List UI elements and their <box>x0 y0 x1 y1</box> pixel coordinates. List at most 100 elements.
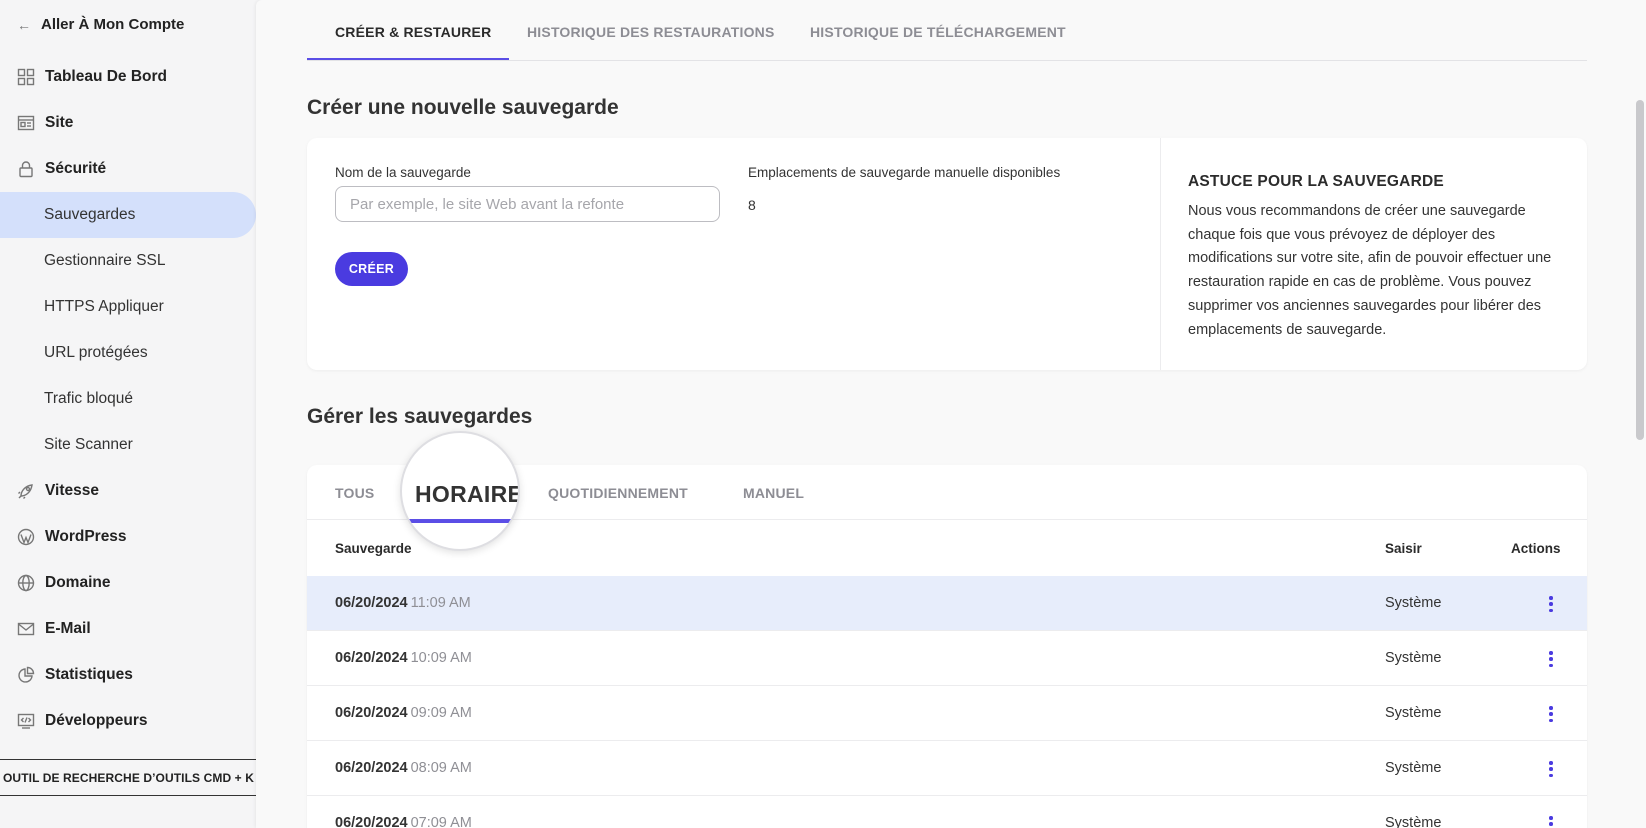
sidebar-item-security[interactable]: Sécurité <box>0 146 256 192</box>
row-date: 06/20/2024 08:09 AM <box>335 760 472 776</box>
row-date: 06/20/2024 07:09 AM <box>335 815 472 828</box>
row-type: Système <box>1385 815 1442 828</box>
row-time: 11:09 AM <box>410 595 471 611</box>
tab-hourly-label: HORAIRE <box>415 481 520 507</box>
lock-icon <box>17 160 35 178</box>
row-time: 10:09 AM <box>410 650 472 666</box>
column-header-type: Saisir <box>1385 541 1422 556</box>
more-actions-icon[interactable] <box>1547 814 1555 828</box>
sidebar-item-label: Site <box>45 114 74 131</box>
row-time: 08:09 AM <box>410 760 472 776</box>
arrow-left-icon: ← <box>17 16 31 33</box>
sidebar-item-label: URL protégées <box>44 344 148 361</box>
table-row[interactable]: 06/20/2024 08:09 AM Système <box>307 741 1587 796</box>
sidebar-item-label: Sécurité <box>45 160 107 177</box>
column-header-backup: Sauvegarde <box>335 541 412 556</box>
row-time: 07:09 AM <box>410 815 472 828</box>
sidebar-item-label: Développeurs <box>45 712 148 729</box>
sidebar-nav: Tableau De Bord Site Sécurité Sauvegarde… <box>0 54 256 744</box>
manage-backups-title: Gérer les sauvegardes <box>307 405 533 428</box>
row-date: 06/20/2024 09:09 AM <box>335 705 472 721</box>
main-content: CRÉER & RESTAURER HISTORIQUE DES RESTAUR… <box>256 0 1646 828</box>
scrollbar[interactable] <box>1636 100 1644 440</box>
tab-daily[interactable]: QUOTIDIENNEMENT <box>548 485 688 501</box>
tool-search-shortcut[interactable]: OUTIL DE RECHERCHE D’OUTILS CMD + K <box>0 759 256 796</box>
more-actions-icon[interactable] <box>1547 704 1555 724</box>
row-date-value: 06/20/2024 <box>335 650 408 666</box>
sidebar-item-label: Tableau De Bord <box>45 68 168 85</box>
row-type: Système <box>1385 705 1442 721</box>
tab-create-restore[interactable]: CRÉER & RESTAURER <box>335 24 491 40</box>
tab-hourly[interactable]: HORAIRE <box>400 431 520 551</box>
top-tabs: CRÉER & RESTAURER HISTORIQUE DES RESTAUR… <box>307 0 1587 61</box>
sidebar-item-developers[interactable]: Développeurs <box>0 698 256 744</box>
sidebar-item-label: Statistiques <box>45 666 133 683</box>
row-date-value: 06/20/2024 <box>335 760 408 776</box>
tab-restore-history[interactable]: HISTORIQUE DES RESTAURATIONS <box>527 24 775 40</box>
sidebar-item-protected-urls[interactable]: URL protégées <box>0 330 256 376</box>
mail-icon <box>17 620 35 638</box>
sidebar-item-speed[interactable]: Vitesse <box>0 468 256 514</box>
sidebar-item-blocked-traffic[interactable]: Trafic bloqué <box>0 376 256 422</box>
sidebar-item-force-https[interactable]: HTTPS Appliquer <box>0 284 256 330</box>
sidebar-item-label: Gestionnaire SSL <box>44 252 166 269</box>
sidebar-item-ssl-manager[interactable]: Gestionnaire SSL <box>0 238 256 284</box>
dashboard-icon <box>17 68 35 86</box>
more-actions-icon[interactable] <box>1547 594 1555 614</box>
row-date-value: 06/20/2024 <box>335 815 408 828</box>
sidebar-item-site[interactable]: Site <box>0 100 256 146</box>
more-actions-icon[interactable] <box>1547 759 1555 779</box>
create-backup-title: Créer une nouvelle sauvegarde <box>307 96 619 119</box>
sidebar-item-site-scanner[interactable]: Site Scanner <box>0 422 256 468</box>
create-backup-card: Nom de la sauvegarde Emplacements de sau… <box>307 138 1587 370</box>
globe-icon <box>17 574 35 592</box>
sidebar-item-email[interactable]: E-Mail <box>0 606 256 652</box>
row-date: 06/20/2024 11:09 AM <box>335 595 471 611</box>
create-backup-button[interactable]: CRÉER <box>335 252 408 286</box>
table-row[interactable]: 06/20/2024 07:09 AM Système <box>307 796 1587 828</box>
manual-slots-value: 8 <box>748 197 756 213</box>
back-link-label: Aller À Mon Compte <box>41 16 185 33</box>
sidebar-item-dashboard[interactable]: Tableau De Bord <box>0 54 256 100</box>
sidebar-item-label: Vitesse <box>45 482 100 499</box>
site-icon <box>17 114 35 132</box>
back-to-account-link[interactable]: ← Aller À Mon Compte <box>17 16 184 33</box>
table-row[interactable]: 06/20/2024 09:09 AM Système <box>307 686 1587 741</box>
sidebar-item-backups[interactable]: Sauvegardes <box>0 192 256 238</box>
backup-name-label: Nom de la sauvegarde <box>335 165 471 180</box>
row-type: Système <box>1385 760 1442 776</box>
tab-manual[interactable]: MANUEL <box>743 485 804 501</box>
backup-name-input[interactable] <box>335 186 720 222</box>
row-type: Système <box>1385 650 1442 666</box>
active-tab-indicator <box>307 58 509 60</box>
tab-download-history[interactable]: HISTORIQUE DE TÉLÉCHARGEMENT <box>810 24 1066 40</box>
wordpress-icon <box>17 528 35 546</box>
sidebar-item-label: WordPress <box>45 528 127 545</box>
row-date: 06/20/2024 10:09 AM <box>335 650 472 666</box>
sidebar: ← Aller À Mon Compte Tableau De Bord Sit… <box>0 0 256 828</box>
more-actions-icon[interactable] <box>1547 649 1555 669</box>
code-icon <box>17 712 35 730</box>
tab-all[interactable]: TOUS <box>335 485 374 501</box>
row-date-value: 06/20/2024 <box>335 705 408 721</box>
active-subtab-indicator <box>402 519 518 523</box>
sidebar-item-label: Domaine <box>45 574 111 591</box>
table-row[interactable]: 06/20/2024 10:09 AM Système <box>307 631 1587 686</box>
sidebar-item-label: HTTPS Appliquer <box>44 298 164 315</box>
sidebar-item-statistics[interactable]: Statistiques <box>0 652 256 698</box>
sidebar-item-label: Site Scanner <box>44 436 133 453</box>
card-divider <box>1160 138 1161 370</box>
row-time: 09:09 AM <box>410 705 472 721</box>
sidebar-item-wordpress[interactable]: WordPress <box>0 514 256 560</box>
pie-chart-icon <box>17 666 35 684</box>
table-row[interactable]: 06/20/2024 11:09 AM Système <box>307 576 1587 631</box>
sidebar-item-domain[interactable]: Domaine <box>0 560 256 606</box>
row-type: Système <box>1385 595 1442 611</box>
backup-tip-title: ASTUCE POUR LA SAUVEGARDE <box>1188 173 1444 190</box>
sidebar-item-label: Trafic bloqué <box>44 390 134 407</box>
sidebar-item-label: E-Mail <box>45 620 91 637</box>
rocket-icon <box>17 482 35 500</box>
row-date-value: 06/20/2024 <box>335 595 408 611</box>
column-header-actions: Actions <box>1511 541 1561 556</box>
manage-backups-card: TOUS QUOTIDIENNEMENT MANUEL HORAIRE Sauv… <box>307 431 1587 828</box>
